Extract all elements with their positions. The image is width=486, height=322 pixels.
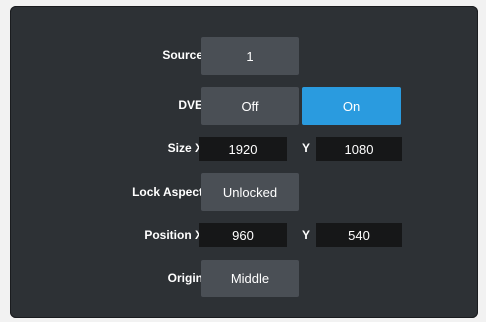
- size-y-label: Y: [302, 141, 311, 155]
- window-frame: Source 1 DVE Off On Size X 1920 Y 1080 L…: [0, 0, 486, 322]
- dve-on-button[interactable]: On: [302, 87, 401, 125]
- position-y-label: Y: [302, 228, 311, 242]
- position-y-field[interactable]: 540: [316, 223, 402, 247]
- size-y-field[interactable]: 1080: [316, 137, 402, 161]
- dve-off-button[interactable]: Off: [201, 87, 299, 125]
- source-label: Source: [162, 48, 203, 62]
- lock-aspect-button[interactable]: Unlocked: [201, 173, 299, 211]
- size-x-field[interactable]: 1920: [199, 137, 287, 161]
- lock-aspect-label: Lock Aspect: [132, 185, 203, 199]
- dve-settings-panel: Source 1 DVE Off On Size X 1920 Y 1080 L…: [10, 6, 478, 318]
- position-x-field[interactable]: 960: [199, 223, 287, 247]
- origin-button[interactable]: Middle: [201, 260, 299, 297]
- source-button[interactable]: 1: [201, 37, 299, 75]
- size-x-label: Size X: [167, 141, 203, 155]
- origin-label: Origin: [167, 271, 203, 285]
- position-x-label: Position X: [144, 228, 203, 242]
- dve-label: DVE: [178, 98, 203, 112]
